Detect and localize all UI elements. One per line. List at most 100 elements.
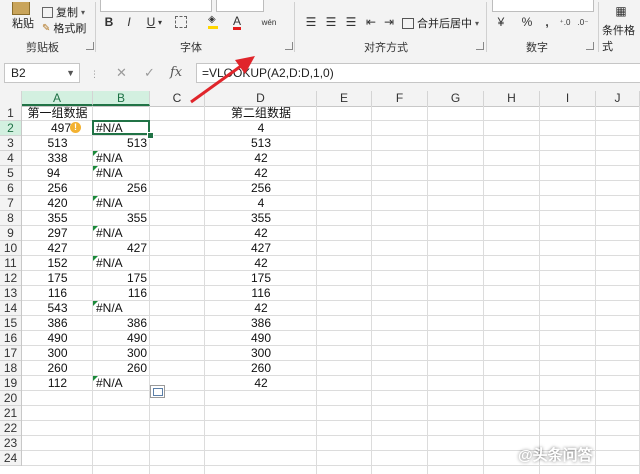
align-left-icon[interactable]: ☰ <box>302 13 320 31</box>
cell-d5[interactable]: 42 <box>205 166 317 181</box>
row-header-24[interactable]: 24 <box>0 451 21 466</box>
clipboard-launcher-icon[interactable] <box>86 42 94 50</box>
row-header-14[interactable]: 14 <box>0 301 21 316</box>
cell-b17[interactable]: 300 <box>93 346 150 361</box>
cell-a11[interactable]: 152 <box>22 256 93 271</box>
cell-a14[interactable]: 543 <box>22 301 93 316</box>
cell-a8[interactable]: 355 <box>22 211 93 226</box>
cell-d13[interactable]: 116 <box>205 286 317 301</box>
conditional-format-icon[interactable]: ▦ <box>612 2 630 20</box>
cell-b18[interactable]: 260 <box>93 361 150 376</box>
row-header-11[interactable]: 11 <box>0 256 21 271</box>
cell-d15[interactable]: 386 <box>205 316 317 331</box>
cell-b14[interactable]: #N/A <box>93 301 150 316</box>
cell-d2[interactable]: 4 <box>205 121 317 136</box>
error-warning-icon[interactable]: ! <box>70 122 81 133</box>
cell-b6[interactable]: 256 <box>93 181 150 196</box>
column-header-i[interactable]: I <box>540 91 596 106</box>
row-header-10[interactable]: 10 <box>0 241 21 256</box>
row-header-23[interactable]: 23 <box>0 436 21 451</box>
cell-b5[interactable]: #N/A <box>93 166 150 181</box>
font-color-button[interactable]: A <box>228 13 246 31</box>
cell-d19[interactable]: 42 <box>205 376 317 391</box>
row-header-2[interactable]: 2 <box>0 121 21 136</box>
merge-center-button[interactable]: 合并后居中 ▾ <box>402 15 479 31</box>
row-header-13[interactable]: 13 <box>0 286 21 301</box>
alignment-launcher-icon[interactable] <box>476 42 484 50</box>
cell-a10[interactable]: 427 <box>22 241 93 256</box>
cell-d14[interactable]: 42 <box>205 301 317 316</box>
cell-a16[interactable]: 490 <box>22 331 93 346</box>
cell-a1-header[interactable]: 第一组数据 <box>22 106 93 121</box>
cell-a12[interactable]: 175 <box>22 271 93 286</box>
column-header-e[interactable]: E <box>317 91 372 106</box>
increase-indent-icon[interactable]: ⇥ <box>380 13 398 31</box>
row-header-7[interactable]: 7 <box>0 196 21 211</box>
row-header-19[interactable]: 19 <box>0 376 21 391</box>
row-header-4[interactable]: 4 <box>0 151 21 166</box>
row-header-3[interactable]: 3 <box>0 136 21 151</box>
cell-a19[interactable]: 112 <box>22 376 93 391</box>
row-header-17[interactable]: 17 <box>0 346 21 361</box>
cell-b8[interactable]: 355 <box>93 211 150 226</box>
cell-b16[interactable]: 490 <box>93 331 150 346</box>
row-header-8[interactable]: 8 <box>0 211 21 226</box>
cell-a3[interactable]: 513 <box>22 136 93 151</box>
cell-d9[interactable]: 42 <box>205 226 317 241</box>
select-all-corner[interactable] <box>0 91 22 106</box>
number-format-select[interactable] <box>492 0 594 12</box>
column-header-j[interactable]: J <box>596 91 640 106</box>
increase-decimal-icon[interactable]: ⁺.0 <box>556 13 574 31</box>
cell-b11[interactable]: #N/A <box>93 256 150 271</box>
fill-color-button[interactable]: ◈ <box>204 13 222 31</box>
conditional-format-button[interactable]: 条件格式 <box>602 22 640 54</box>
cell-b9[interactable]: #N/A <box>93 226 150 241</box>
column-header-f[interactable]: F <box>372 91 428 106</box>
enter-icon[interactable]: ✓ <box>144 65 155 81</box>
row-header-6[interactable]: 6 <box>0 181 21 196</box>
column-header-h[interactable]: H <box>484 91 540 106</box>
cell-d4[interactable]: 42 <box>205 151 317 166</box>
comma-button[interactable]: , <box>538 13 556 31</box>
cell-a2[interactable]: 497 <box>22 121 93 136</box>
insert-function-button[interactable]: fx <box>170 65 182 80</box>
row-header-16[interactable]: 16 <box>0 331 21 346</box>
cell-b4[interactable]: #N/A <box>93 151 150 166</box>
cell-d11[interactable]: 42 <box>205 256 317 271</box>
cell-d18[interactable]: 260 <box>205 361 317 376</box>
bold-button[interactable]: B <box>100 13 118 31</box>
cell-a9[interactable]: 297 <box>22 226 93 241</box>
cell-d10[interactable]: 427 <box>205 241 317 256</box>
font-size-select[interactable] <box>216 0 264 12</box>
cell-b3[interactable]: 513 <box>93 136 150 151</box>
border-button[interactable] <box>172 13 190 31</box>
paste-options-icon[interactable] <box>150 385 165 398</box>
row-header-9[interactable]: 9 <box>0 226 21 241</box>
percent-button[interactable]: % <box>518 13 536 31</box>
accounting-format-icon[interactable]: ¥ <box>492 13 510 31</box>
cell-d16[interactable]: 490 <box>205 331 317 346</box>
cell-d3[interactable]: 513 <box>205 136 317 151</box>
cancel-icon[interactable]: ✕ <box>116 65 127 81</box>
cell-b7[interactable]: #N/A <box>93 196 150 211</box>
phonetic-button[interactable]: wén <box>260 13 278 31</box>
row-header-18[interactable]: 18 <box>0 361 21 376</box>
cell-a4[interactable]: 338 <box>22 151 93 166</box>
row-header-20[interactable]: 20 <box>0 391 21 406</box>
cell-a15[interactable]: 386 <box>22 316 93 331</box>
cell-a7[interactable]: 420 <box>22 196 93 211</box>
copy-button[interactable]: 复制 ▾ <box>42 4 85 20</box>
cell-a6[interactable]: 256 <box>22 181 93 196</box>
row-header-1[interactable]: 1 <box>0 106 21 121</box>
font-launcher-icon[interactable] <box>285 42 293 50</box>
cell-b10[interactable]: 427 <box>93 241 150 256</box>
align-right-icon[interactable]: ☰ <box>342 13 360 31</box>
wrap-text-button[interactable] <box>402 0 480 10</box>
row-header-21[interactable]: 21 <box>0 406 21 421</box>
row-header-12[interactable]: 12 <box>0 271 21 286</box>
decrease-decimal-icon[interactable]: .0⁻ <box>574 13 592 31</box>
decrease-indent-icon[interactable]: ⇤ <box>362 13 380 31</box>
column-header-b[interactable]: B <box>93 91 150 106</box>
row-header-22[interactable]: 22 <box>0 421 21 436</box>
fill-handle[interactable] <box>147 132 154 139</box>
